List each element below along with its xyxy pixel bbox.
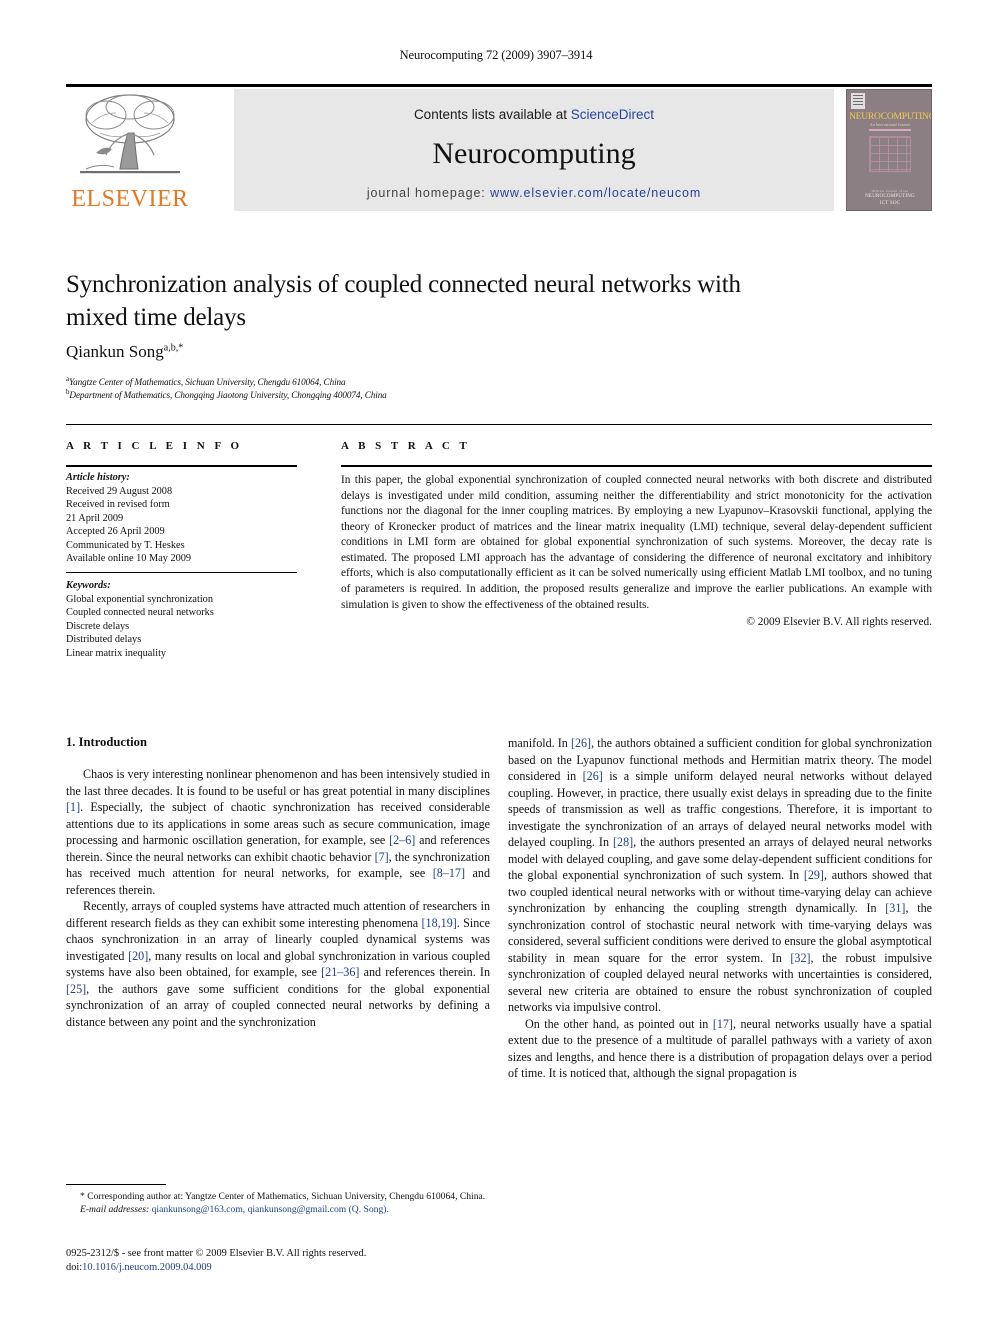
abstract-copyright: © 2009 Elsevier B.V. All rights reserved… xyxy=(746,616,932,629)
doi-line: doi:10.1016/j.neucom.2009.04.009 xyxy=(66,1261,526,1275)
article-history-item: Received 29 August 2008 xyxy=(66,485,173,497)
abstract-heading: A B S T R A C T xyxy=(341,440,471,452)
journal-masthead: ELSEVIER Contents lists available at Sci… xyxy=(66,84,932,212)
doi-label: doi: xyxy=(66,1262,83,1274)
masthead-top-rule xyxy=(66,84,932,87)
homepage-prefix: journal homepage: xyxy=(366,186,491,200)
info-rule xyxy=(66,465,297,467)
journal-cover-thumbnail: NEUROCOMPUTING An International Journal … xyxy=(846,89,932,211)
journal-homepage-line: journal homepage: www.elsevier.com/locat… xyxy=(234,186,834,200)
journal-homepage-link[interactable]: www.elsevier.com/locate/neucom xyxy=(490,186,701,200)
contents-band: Contents lists available at ScienceDirec… xyxy=(234,89,834,211)
article-history-item: Communicated by T. Heskes xyxy=(66,539,185,551)
footnote-rule xyxy=(66,1184,166,1185)
abstract-rule xyxy=(341,465,932,467)
body-column-right: manifold. In [26], the authors obtained … xyxy=(508,735,932,1082)
affiliation-b-text: Department of Mathematics, Chongqing Jia… xyxy=(69,390,387,401)
cover-footer-small: Official Journal of the xyxy=(871,189,909,193)
article-history-label: Article history: xyxy=(66,472,130,483)
email-label: E-mail addresses: xyxy=(80,1203,150,1215)
page-title: Synchronization analysis of coupled conn… xyxy=(66,271,741,331)
cover-grid-graphic xyxy=(869,136,911,172)
cover-footer-line2: ICT SOC xyxy=(879,201,901,206)
abstract-text: In this paper, the global exponential sy… xyxy=(341,474,932,611)
cover-accent-bar xyxy=(869,129,911,131)
keyword-item: Discrete delays xyxy=(66,620,130,632)
keyword-item: Distributed delays xyxy=(66,634,142,646)
email-note: E-mail addresses: qiankunsong@163.com, q… xyxy=(66,1204,490,1217)
article-history-item: Received in revised form xyxy=(66,499,170,511)
imprint-block: 0925-2312/$ - see front matter © 2009 El… xyxy=(66,1247,526,1276)
author-label: Qiankun Song xyxy=(66,342,164,361)
elsevier-logo: ELSEVIER xyxy=(66,89,194,211)
cover-subtitle: An International Journal xyxy=(870,123,910,127)
article-history-item: 21 April 2009 xyxy=(66,512,124,524)
info-divider xyxy=(66,572,297,574)
article-page: Neurocomputing 72 (2009) 3907–3914 ELSEV… xyxy=(0,0,992,1323)
author-affiliation-marks: a,b,* xyxy=(163,342,184,354)
affiliation-b: bDepartment of Mathematics, Chongqing Ji… xyxy=(66,388,387,400)
paragraph: manifold. In [26], the authors obtained … xyxy=(508,736,933,1014)
contents-prefix: Contents lists available at xyxy=(413,107,571,122)
elsevier-tree-icon xyxy=(80,94,180,174)
keyword-item: Global exponential synchronization xyxy=(66,593,213,605)
email-addresses-link[interactable]: qiankunsong@163.com, qiankunsong@gmail.c… xyxy=(152,1204,389,1215)
elsevier-wordmark: ELSEVIER xyxy=(71,186,189,212)
corresponding-author-note: * Corresponding author at: Yangtze Cente… xyxy=(80,1191,486,1202)
body-column-left: 1. Introduction Chaos is very interestin… xyxy=(66,735,490,1030)
cover-elsevier-mark-icon xyxy=(851,93,865,109)
cover-title: NEUROCOMPUTING xyxy=(849,112,932,122)
issn-copyright-line: 0925-2312/$ - see front matter © 2009 El… xyxy=(66,1248,367,1259)
affiliation-a-text: Yangtze Center of Mathematics, Sichuan U… xyxy=(69,377,346,388)
paragraph: Chaos is very interesting nonlinear phen… xyxy=(66,767,490,897)
article-info-heading: A R T I C L E I N F O xyxy=(66,440,243,452)
section-heading-introduction: 1. Introduction xyxy=(66,735,147,749)
contents-available-line: Contents lists available at ScienceDirec… xyxy=(234,107,834,122)
abstract-column: In this paper, the global exponential sy… xyxy=(341,473,932,631)
article-history-item: Accepted 26 April 2009 xyxy=(66,526,165,538)
info-abstract-top-rule xyxy=(66,424,932,425)
cover-footer-line1: NEUROCOMPUTING xyxy=(865,194,915,199)
keywords-label: Keywords: xyxy=(66,580,111,592)
affiliation-a: aYangtze Center of Mathematics, Sichuan … xyxy=(66,375,346,387)
paragraph: Recently, arrays of coupled systems have… xyxy=(66,899,490,1029)
doi-link[interactable]: 10.1016/j.neucom.2009.04.009 xyxy=(82,1262,212,1273)
footnote-block: * Corresponding author at: Yangtze Cente… xyxy=(66,1191,490,1217)
author-name: Qiankun Songa,b,* xyxy=(66,342,183,362)
sciencedirect-link[interactable]: ScienceDirect xyxy=(571,107,654,122)
journal-title: Neurocomputing xyxy=(432,137,636,170)
running-head: Neurocomputing 72 (2009) 3907–3914 xyxy=(399,48,593,62)
article-history-item: Available online 10 May 2009 xyxy=(66,553,192,565)
paragraph: On the other hand, as pointed out in [17… xyxy=(508,1016,932,1081)
article-info-column: Article history: Received 29 August 2008… xyxy=(66,471,297,661)
keyword-item: Coupled connected neural networks xyxy=(66,607,214,619)
keyword-item: Linear matrix inequality xyxy=(66,647,167,659)
